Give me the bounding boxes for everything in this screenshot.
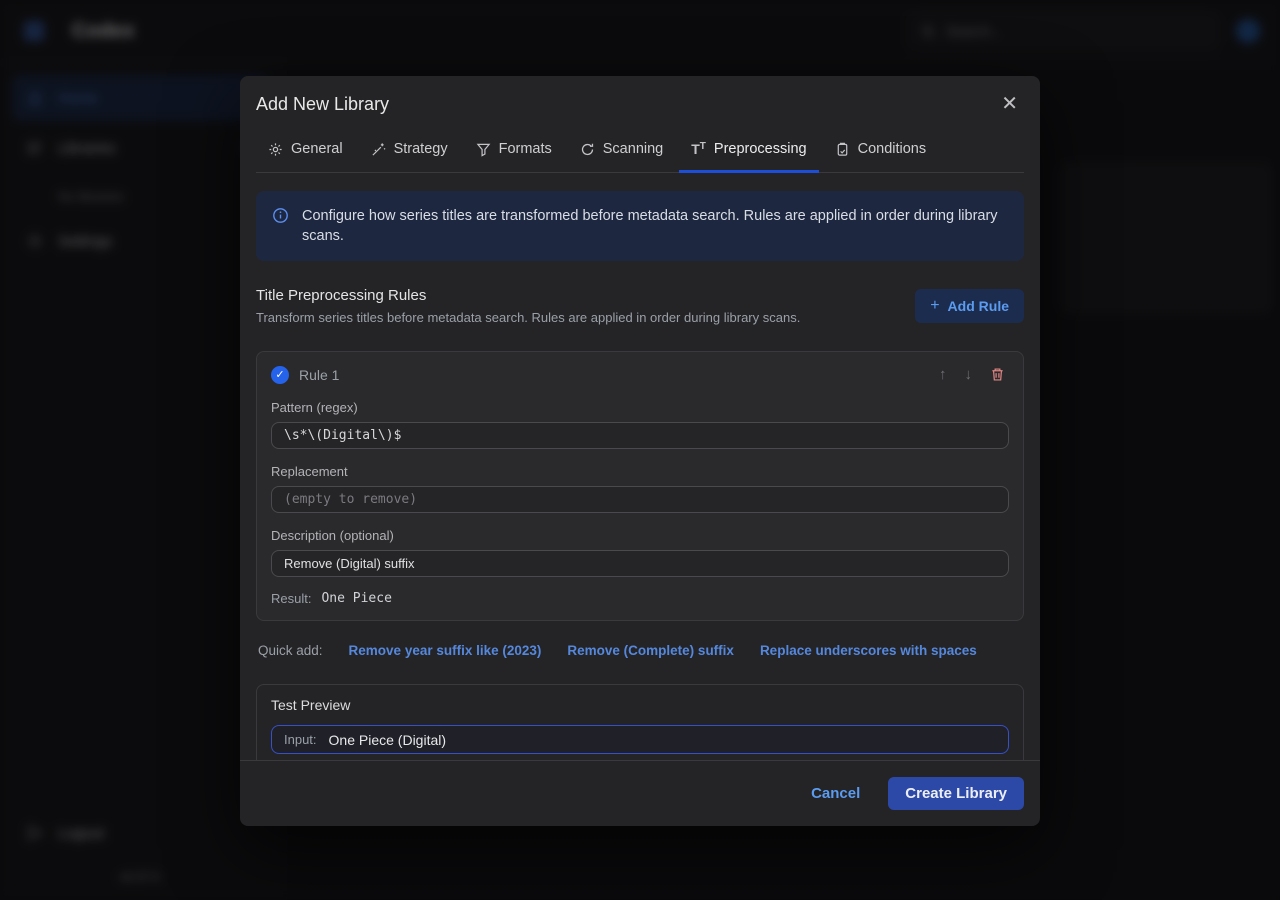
info-banner-text: Configure how series titles are transfor… (302, 206, 1008, 246)
funnel-icon (476, 142, 491, 157)
tab-label: Strategy (394, 141, 448, 157)
quick-add-complete-suffix[interactable]: Remove (Complete) suffix (567, 643, 734, 658)
refresh-icon (580, 142, 595, 157)
rules-section-subtitle: Transform series titles before metadata … (256, 310, 915, 325)
tab-scanning[interactable]: Scanning (568, 130, 675, 173)
info-icon (272, 207, 289, 224)
preprocessing-panel: Configure how series titles are transfor… (240, 173, 1040, 760)
test-preview-card: Test Preview Input: Output: ✓ One Piece (256, 684, 1024, 760)
tab-label: Preprocessing (714, 141, 807, 157)
tab-preprocessing[interactable]: TT Preprocessing (679, 130, 818, 173)
cancel-button[interactable]: Cancel (811, 785, 860, 802)
tab-conditions[interactable]: Conditions (823, 130, 939, 173)
tab-general[interactable]: General (256, 130, 355, 173)
plus-icon: + (930, 297, 939, 315)
test-input[interactable] (329, 732, 996, 748)
add-rule-button[interactable]: + Add Rule (915, 289, 1024, 323)
tab-label: Scanning (603, 141, 663, 157)
replacement-input[interactable] (271, 486, 1009, 513)
tab-strategy[interactable]: Strategy (359, 130, 460, 173)
rule-header: ✓ Rule 1 ↑ ↓ (271, 364, 1009, 385)
wand-icon (371, 142, 386, 157)
rules-section-title: Title Preprocessing Rules (256, 287, 915, 304)
rule-enabled-checkbox[interactable]: ✓ (271, 366, 289, 384)
test-input-box: Input: (271, 725, 1009, 754)
create-library-button[interactable]: Create Library (888, 777, 1024, 810)
move-rule-up-icon[interactable]: ↑ (935, 364, 951, 385)
modal-footer: Cancel Create Library (240, 760, 1040, 826)
result-value: One Piece (321, 591, 391, 606)
add-library-modal: Add New Library ✕ General Strategy Forma… (240, 76, 1040, 826)
test-input-label: Input: (284, 732, 317, 747)
quick-add-label: Quick add: (258, 643, 323, 658)
pattern-label: Pattern (regex) (271, 400, 1009, 415)
info-banner: Configure how series titles are transfor… (256, 191, 1024, 261)
rule-name: Rule 1 (299, 367, 925, 383)
close-icon[interactable]: ✕ (995, 92, 1024, 116)
rules-section-titles: Title Preprocessing Rules Transform seri… (256, 287, 915, 325)
clipboard-check-icon (835, 142, 850, 157)
pattern-input[interactable] (271, 422, 1009, 449)
gear-icon (268, 142, 283, 157)
rule-result-row: Result: One Piece (271, 591, 1009, 606)
add-rule-label: Add Rule (948, 298, 1009, 314)
modal-title: Add New Library (256, 94, 995, 115)
quick-add-underscores[interactable]: Replace underscores with spaces (760, 643, 977, 658)
replacement-label: Replacement (271, 464, 1009, 479)
test-preview-title: Test Preview (271, 697, 1009, 713)
tab-label: Formats (499, 141, 552, 157)
delete-rule-icon[interactable] (986, 365, 1009, 384)
tab-formats[interactable]: Formats (464, 130, 564, 173)
rules-section-header: Title Preprocessing Rules Transform seri… (256, 287, 1024, 325)
quick-add-year-suffix[interactable]: Remove year suffix like (2023) (349, 643, 542, 658)
modal-header: Add New Library ✕ (240, 76, 1040, 122)
description-label: Description (optional) (271, 528, 1009, 543)
tab-label: Conditions (858, 141, 927, 157)
rule-card: ✓ Rule 1 ↑ ↓ Pattern (regex) Replacement… (256, 351, 1024, 621)
result-label: Result: (271, 591, 311, 606)
tab-label: General (291, 141, 343, 157)
description-input[interactable] (271, 550, 1009, 577)
move-rule-down-icon[interactable]: ↓ (961, 364, 977, 385)
quick-add-row: Quick add: Remove year suffix like (2023… (258, 643, 1024, 658)
text-transform-icon: TT (691, 141, 706, 157)
modal-tabs: General Strategy Formats Scanning TT Pre… (256, 130, 1024, 173)
